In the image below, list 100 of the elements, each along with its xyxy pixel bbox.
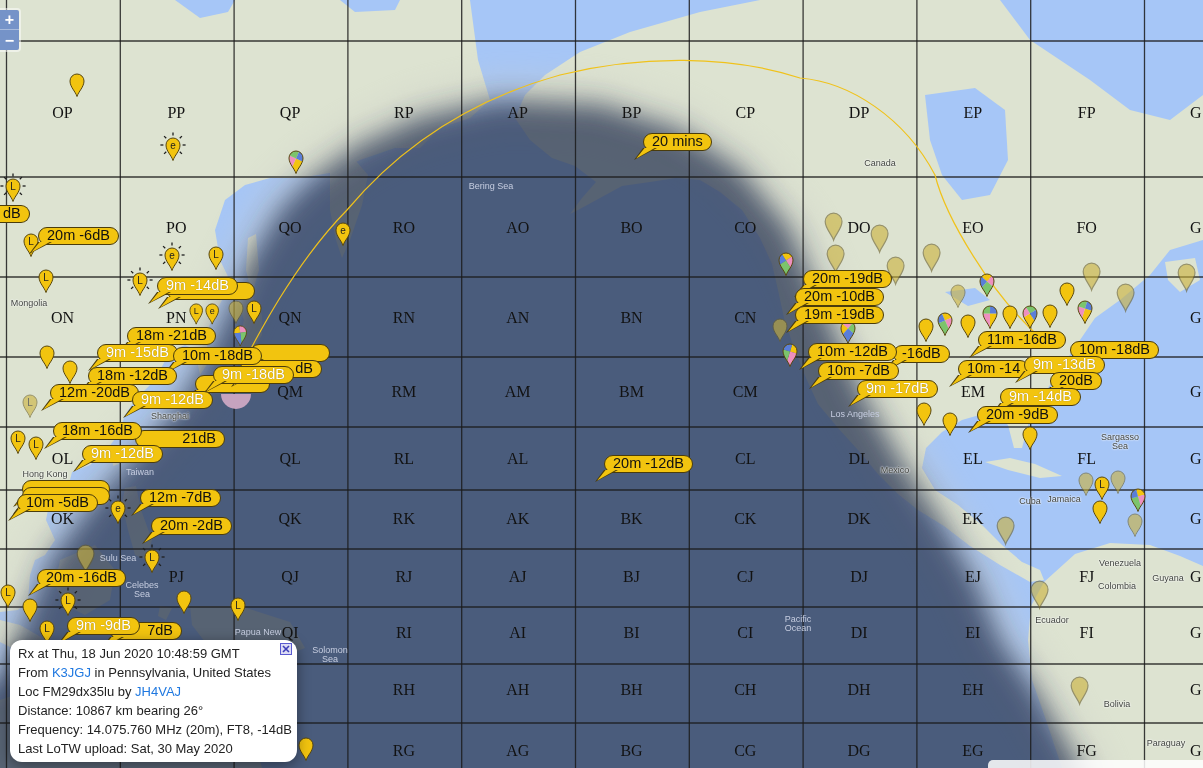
place-name-label: Celebes Sea	[125, 581, 159, 599]
grid-square-label: RO	[392, 220, 415, 236]
grid-square-label: RI	[395, 625, 412, 641]
map-pin-icon[interactable]	[1110, 470, 1126, 494]
place-name-label: Taiwan	[126, 467, 154, 477]
map-pin-icon[interactable]	[22, 598, 38, 622]
grid-square-label: AK	[506, 511, 530, 527]
map-pin-icon[interactable]	[62, 360, 78, 384]
map-pin-icon[interactable]	[1078, 472, 1094, 496]
report-label: dB	[0, 205, 30, 223]
lettered-pin-icon[interactable]: L	[23, 233, 39, 257]
place-name-label: Papua New	[234, 627, 282, 637]
pie-pin-icon[interactable]	[979, 273, 995, 297]
place-name-label: Hong Kong	[22, 469, 68, 479]
map-pin-icon[interactable]	[886, 256, 906, 285]
grid-square-label: EH	[962, 682, 984, 698]
pie-pin-icon[interactable]	[782, 343, 798, 367]
map-pin-icon[interactable]	[916, 402, 932, 426]
grid-square-label: CJ	[736, 569, 754, 585]
grid-square-label: BG	[620, 743, 643, 759]
grid-square-label: G	[1190, 743, 1202, 759]
lettered-pin-icon[interactable]: L	[188, 303, 204, 325]
grid-square-label: EL	[963, 451, 983, 467]
grid-square-label: AN	[506, 310, 530, 326]
grid-square-label: CH	[734, 682, 757, 698]
map-pin-icon[interactable]	[39, 345, 55, 369]
place-name-label: Ecuador	[1035, 615, 1069, 625]
map-pin-icon[interactable]	[1059, 282, 1075, 306]
lake	[945, 288, 990, 306]
lettered-pin-icon[interactable]: L	[0, 584, 16, 608]
map-pin-icon[interactable]	[298, 737, 314, 761]
close-button[interactable]	[280, 643, 292, 655]
grid-square-label: G	[1190, 105, 1202, 121]
callsign-link[interactable]: K3JGJ	[51, 665, 91, 680]
grid-square-label: CI	[737, 625, 754, 641]
grid-square-label: BM	[619, 384, 644, 400]
grid-square-label: RG	[392, 743, 415, 759]
grid-square-label: DI	[850, 625, 868, 641]
grid-square-label: G	[1190, 625, 1202, 641]
grid-square-label: PN	[166, 310, 187, 326]
map-pin-icon[interactable]	[1042, 304, 1058, 328]
map-pin-icon[interactable]	[1092, 500, 1108, 524]
grid-square-label: EM	[960, 384, 985, 400]
pie-pin-icon[interactable]	[778, 252, 794, 276]
grid-square-label: FO	[1076, 220, 1097, 236]
grid-square-label: BI	[623, 625, 640, 641]
map-pin-icon[interactable]	[1177, 263, 1197, 292]
grid-square-label: AI	[509, 625, 527, 641]
map-pin-icon[interactable]	[942, 412, 958, 436]
lettered-pin-icon[interactable]: L	[10, 430, 26, 454]
grid-square-label: CL	[735, 451, 756, 467]
pie-pin-icon[interactable]	[288, 150, 304, 174]
grid-square-label: G	[1190, 682, 1202, 698]
lettered-pin-icon[interactable]: e	[204, 303, 220, 325]
callsign-link[interactable]: JH4VAJ	[135, 684, 182, 699]
grid-square-label: EP	[963, 105, 983, 121]
grid-square-label: CM	[732, 384, 758, 400]
popup-text-line: From K3JGJ in Pennsylvania, United States	[18, 664, 271, 682]
place-name-label: Mongolia	[10, 298, 48, 308]
grid-square-label: RM	[391, 384, 417, 400]
pie-pin-icon[interactable]	[1130, 488, 1146, 512]
grid-square-label: RH	[392, 682, 415, 698]
grid-square-label: BN	[620, 310, 643, 326]
pie-pin-icon[interactable]	[1077, 300, 1093, 324]
grid-square-label: DO	[847, 220, 871, 236]
popup-text-line: Distance: 10867 km bearing 26°	[18, 702, 204, 720]
grid-square-label: RJ	[395, 569, 413, 585]
sector-icon[interactable]	[220, 393, 252, 410]
lettered-pin-icon[interactable]: L	[230, 597, 246, 621]
map-pin-icon[interactable]	[69, 73, 85, 97]
grid-square-label: AP	[507, 105, 528, 121]
lettered-pin-icon[interactable]: e	[335, 222, 351, 246]
water-area	[340, 0, 400, 12]
grid-square-label: FI	[1079, 625, 1094, 641]
map-pin-icon[interactable]	[1082, 262, 1102, 291]
lettered-pin-icon[interactable]: L	[1094, 476, 1110, 500]
grid-square-label: DH	[847, 682, 871, 698]
place-name-label: Sulu Sea	[99, 553, 137, 563]
grid-square-label: OK	[50, 511, 75, 527]
map-pin-icon[interactable]	[1022, 426, 1038, 450]
map-pin-icon[interactable]	[826, 244, 846, 273]
lettered-pin-icon[interactable]: L	[208, 246, 224, 270]
map-pin-icon[interactable]	[918, 318, 934, 342]
grid-square-label: CG	[734, 743, 757, 759]
grid-square-label: CK	[734, 511, 757, 527]
water-area	[175, 0, 235, 18]
lettered-pin-icon[interactable]: L	[38, 269, 54, 293]
map-pin-icon[interactable]	[176, 590, 192, 614]
grid-square-label: AJ	[508, 569, 527, 585]
grid-square-label: ON	[50, 310, 75, 326]
map-pin-icon[interactable]	[960, 314, 976, 338]
lettered-pin-icon[interactable]: L	[28, 436, 44, 460]
lettered-pin-icon[interactable]: L	[246, 300, 262, 324]
map-pin-icon[interactable]	[1030, 580, 1050, 609]
popup-text-line: Last LoTW upload: Sat, 30 May 2020	[18, 740, 233, 758]
grid-square-label: AG	[506, 743, 530, 759]
grid-square-label: DJ	[850, 569, 868, 585]
grid-square-label: RN	[392, 310, 415, 326]
map-pin-icon[interactable]	[1002, 305, 1018, 329]
place-name-label: Solomon Sea	[312, 646, 348, 664]
